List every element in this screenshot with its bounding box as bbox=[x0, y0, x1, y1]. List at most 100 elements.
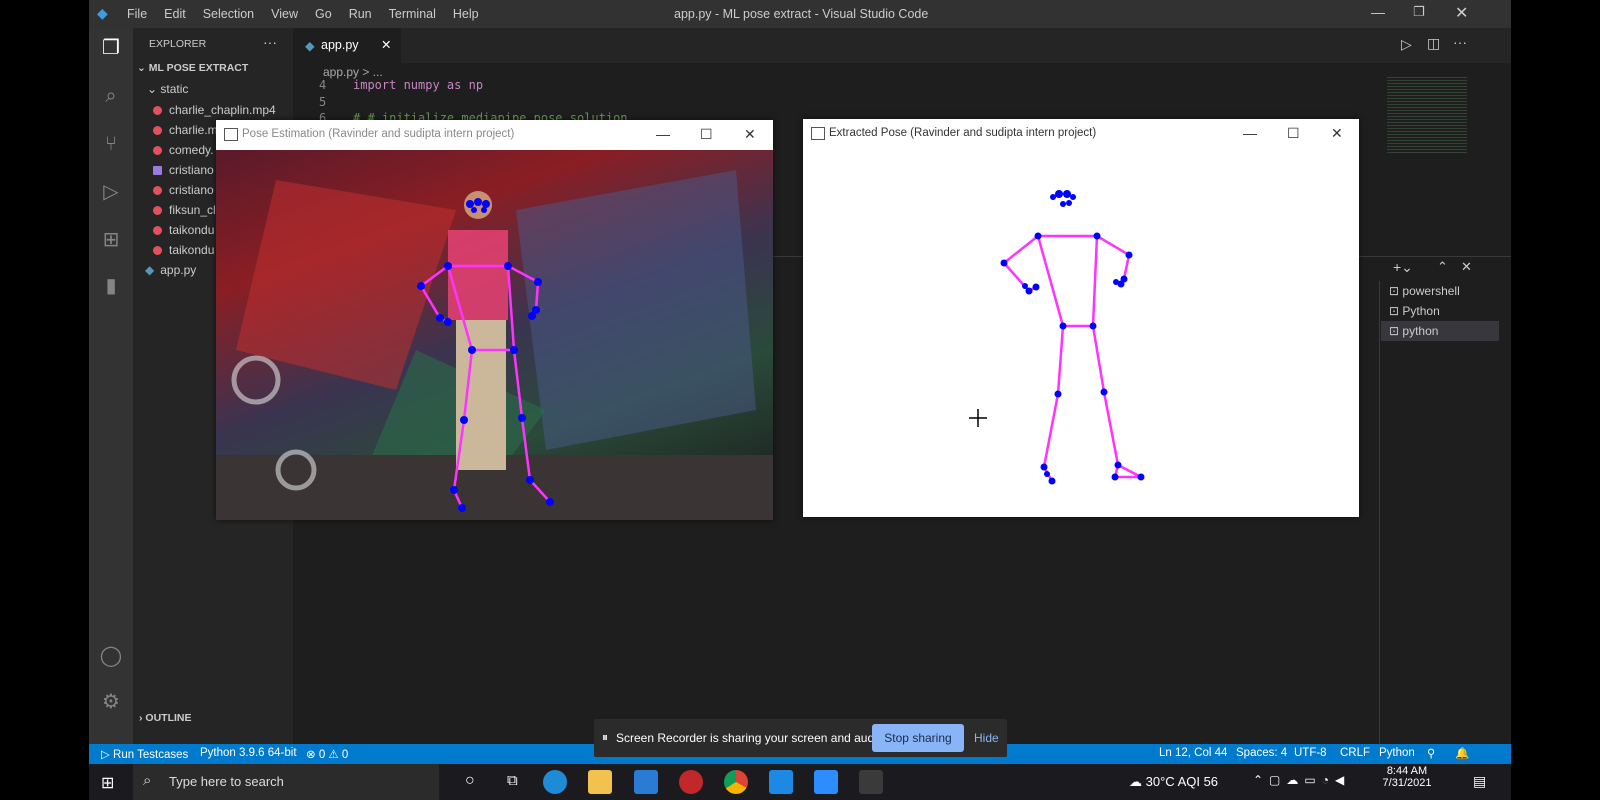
chart-icon[interactable]: ▮ bbox=[97, 272, 125, 300]
window-title-bar: Pose Estimation (Ravinder and sudipta in… bbox=[216, 120, 773, 150]
file-item[interactable]: taikondu bbox=[153, 240, 214, 260]
app-icon[interactable] bbox=[679, 770, 703, 794]
source-control-icon[interactable]: ⑂ bbox=[97, 130, 125, 158]
video-file-icon bbox=[153, 206, 162, 215]
menu-run[interactable]: Run bbox=[349, 7, 372, 21]
mail-icon[interactable] bbox=[634, 770, 658, 794]
menu-go[interactable]: Go bbox=[315, 7, 332, 21]
clock-time: 8:44 AM bbox=[1386, 765, 1428, 777]
extensions-icon[interactable]: ⊞ bbox=[97, 226, 125, 254]
terminal-label: powershell bbox=[1402, 284, 1460, 298]
menu-terminal[interactable]: Terminal bbox=[389, 7, 436, 21]
menu-file[interactable]: File bbox=[127, 7, 147, 21]
new-terminal-icon[interactable]: +⌄ bbox=[1393, 259, 1413, 276]
image-file-icon bbox=[153, 166, 162, 175]
notification-center-icon[interactable]: ▤ bbox=[1473, 773, 1486, 790]
notifications-bell-icon[interactable]: 🔔 bbox=[1455, 746, 1469, 760]
file-item[interactable]: comedy. bbox=[153, 140, 213, 160]
file-item-app-py[interactable]: ◆ app.py bbox=[145, 260, 196, 280]
cursor-position[interactable]: Ln 12, Col 44 bbox=[1159, 747, 1227, 759]
run-file-icon[interactable]: ▷ bbox=[1401, 36, 1412, 53]
zoom-icon[interactable] bbox=[814, 770, 838, 794]
more-actions-icon[interactable]: ··· bbox=[1453, 34, 1467, 50]
minimap[interactable] bbox=[1387, 75, 1467, 155]
terminal-item-python[interactable]: ⊡ Python bbox=[1381, 301, 1499, 321]
folder-header[interactable]: ⌄ ML POSE EXTRACT bbox=[137, 62, 248, 74]
close-icon[interactable]: ✕ bbox=[1455, 3, 1468, 23]
folder-name: ML POSE EXTRACT bbox=[148, 62, 249, 74]
menu-edit[interactable]: Edit bbox=[164, 7, 186, 21]
close-icon[interactable]: ✕ bbox=[744, 126, 756, 143]
window-title-bar: Extracted Pose (Ravinder and sudipta int… bbox=[803, 119, 1359, 149]
maximize-panel-icon[interactable]: ⌃ bbox=[1437, 259, 1448, 275]
python-taskbar-icon[interactable] bbox=[859, 770, 883, 794]
file-item[interactable]: charlie.m bbox=[153, 120, 218, 140]
search-icon[interactable]: ⌕ bbox=[97, 82, 125, 110]
terminal-item-powershell[interactable]: ⊡ powershell bbox=[1381, 281, 1499, 301]
cortana-icon[interactable]: ○ bbox=[465, 772, 475, 790]
menu-selection[interactable]: Selection bbox=[203, 7, 254, 21]
outline-header[interactable]: › OUTLINE bbox=[139, 712, 192, 724]
live-share-icon[interactable]: ⚲ bbox=[1427, 746, 1435, 760]
terminal-icon: ⊡ bbox=[1389, 324, 1403, 338]
static-folder-label: static bbox=[160, 82, 189, 96]
maximize-icon[interactable]: ☐ bbox=[1287, 125, 1300, 142]
system-tray-icons[interactable]: ⌃▢☁▭◔◀ bbox=[1253, 773, 1350, 787]
file-label: app.py bbox=[160, 263, 197, 277]
language-mode[interactable]: Python bbox=[1379, 747, 1415, 759]
edge-browser-icon[interactable] bbox=[543, 770, 567, 794]
run-testcases-button[interactable]: ▷ Run Testcases bbox=[101, 747, 188, 761]
activity-bar: ❐ ⌕ ⑂ ▷ ⊞ ▮ ◯ ⚙ bbox=[89, 28, 133, 764]
line-ending[interactable]: CRLF bbox=[1340, 747, 1370, 759]
skeleton-canvas bbox=[969, 190, 1145, 485]
minimize-icon[interactable]: — bbox=[656, 126, 670, 142]
chrome-icon[interactable] bbox=[724, 770, 748, 794]
explorer-icon[interactable]: ❐ bbox=[97, 34, 125, 62]
video-file-icon bbox=[153, 226, 162, 235]
tab-app-py[interactable]: ◆ app.py ✕ bbox=[293, 28, 401, 63]
minimize-icon[interactable]: — bbox=[1243, 125, 1257, 141]
account-icon[interactable]: ◯ bbox=[97, 642, 125, 670]
video-file-icon bbox=[153, 146, 162, 155]
video-file-icon bbox=[153, 246, 162, 255]
weather-widget[interactable]: ☁ 30°C AQI 56 bbox=[1129, 774, 1218, 790]
hide-button[interactable]: Hide bbox=[974, 731, 999, 745]
pause-icon[interactable]: ⏸ bbox=[602, 730, 608, 745]
terminal-icon: ⊡ bbox=[1389, 284, 1403, 298]
taskbar-search-box[interactable]: ⌕ Type here to search bbox=[133, 764, 439, 800]
file-item[interactable]: cristiano bbox=[153, 180, 214, 200]
python-interpreter[interactable]: Python 3.9.6 64-bit bbox=[200, 747, 297, 759]
restore-icon[interactable]: ❐ bbox=[1413, 4, 1425, 20]
problems-indicator[interactable]: ⊗ 0 ⚠ 0 bbox=[306, 747, 348, 761]
video-file-icon bbox=[153, 186, 162, 195]
file-explorer-icon[interactable] bbox=[588, 770, 612, 794]
outline-label: OUTLINE bbox=[145, 712, 192, 724]
settings-gear-icon[interactable]: ⚙ bbox=[97, 688, 125, 716]
menu-help[interactable]: Help bbox=[453, 7, 479, 21]
indentation[interactable]: Spaces: 4 bbox=[1236, 747, 1287, 759]
split-editor-icon[interactable]: ◫ bbox=[1427, 35, 1440, 52]
file-item[interactable]: taikondu bbox=[153, 220, 214, 240]
close-icon[interactable]: ✕ bbox=[1331, 125, 1343, 142]
vscode-taskbar-icon[interactable] bbox=[769, 770, 793, 794]
task-view-icon[interactable]: ⧉ bbox=[507, 772, 518, 789]
file-item[interactable]: fiksun_cl bbox=[153, 200, 216, 220]
windows-start-icon[interactable]: ⊞ bbox=[101, 773, 114, 793]
clock[interactable]: 8:44 AM 7/31/2021 bbox=[1379, 765, 1435, 789]
terminal-label: Python bbox=[1402, 304, 1440, 318]
breadcrumb[interactable]: app.py > ... bbox=[323, 65, 383, 79]
minimize-icon[interactable]: — bbox=[1371, 4, 1385, 20]
stop-sharing-button[interactable]: Stop sharing bbox=[872, 724, 964, 752]
window-title: app.py - ML pose extract - Visual Studio… bbox=[674, 7, 929, 21]
run-debug-icon[interactable]: ▷ bbox=[97, 178, 125, 206]
terminal-item-python-active[interactable]: ⊡ python bbox=[1381, 321, 1499, 341]
maximize-icon[interactable]: ☐ bbox=[700, 126, 713, 143]
more-actions-icon[interactable]: ··· bbox=[263, 34, 277, 50]
menu-view[interactable]: View bbox=[271, 7, 298, 21]
close-panel-icon[interactable]: ✕ bbox=[1461, 259, 1472, 275]
encoding[interactable]: UTF-8 bbox=[1294, 747, 1327, 759]
static-folder[interactable]: ⌄ static bbox=[147, 82, 188, 96]
close-tab-icon[interactable]: ✕ bbox=[381, 37, 391, 52]
file-item[interactable]: charlie_chaplin.mp4 bbox=[153, 100, 276, 120]
file-item[interactable]: cristiano bbox=[153, 160, 214, 180]
